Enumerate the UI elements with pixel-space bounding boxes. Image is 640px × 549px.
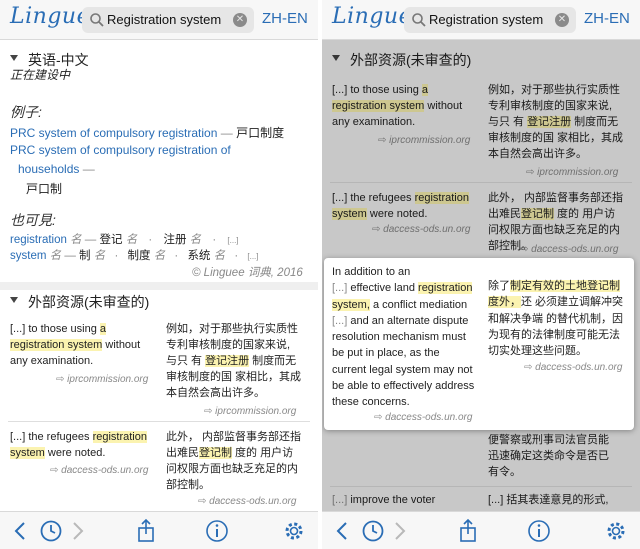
popup-en-text: In addition to an [...] effective land r… bbox=[332, 266, 475, 409]
result-zh-text: 此外， 内部监督事务部还指 出难民登记制 度的 用户访 问权限方面也缺乏充足的内… bbox=[166, 431, 302, 491]
example-translation: 戸口制 bbox=[26, 182, 63, 196]
result-en-text: [...] the refugees registration system w… bbox=[10, 431, 147, 459]
external-sources-title: 外部资源(未审查的) bbox=[28, 294, 150, 310]
clear-icon[interactable]: ✕ bbox=[233, 13, 247, 27]
share-icon[interactable] bbox=[133, 518, 159, 544]
forward-icon[interactable] bbox=[386, 518, 412, 544]
source-link[interactable]: ⇨ daccess-ods.un.org bbox=[374, 412, 472, 423]
source-link[interactable]: ⇨ daccess-ods.un.org bbox=[198, 496, 296, 507]
result-en-text: [...] to those using a registration syst… bbox=[10, 323, 141, 367]
example-item-cont: households — bbox=[18, 162, 95, 176]
source-arrow-icon: ⇨ bbox=[204, 406, 216, 417]
dictionary-subtitle: 正在建设中 bbox=[10, 68, 71, 82]
right-screen: Linguee Registration system ✕ ZH-EN 外部资源… bbox=[322, 0, 640, 549]
info-icon[interactable] bbox=[526, 518, 552, 544]
result-zh-text: 例如，对于那些执行实质性 专利审核制度的国家来说, 与只 有 登记注册 制度而无… bbox=[166, 323, 302, 399]
examples-label: 例子: bbox=[10, 104, 42, 120]
search-query: Registration system bbox=[429, 12, 544, 27]
gear-icon[interactable] bbox=[603, 518, 629, 544]
source-link[interactable]: ⇨ iprcommission.org bbox=[56, 374, 148, 385]
clear-icon[interactable]: ✕ bbox=[555, 13, 569, 27]
language-pair-button[interactable]: ZH-EN bbox=[262, 10, 308, 27]
source-arrow-icon: ⇨ bbox=[524, 362, 536, 373]
example-item[interactable]: PRC system of compulsory registration of bbox=[10, 143, 231, 157]
bottom-toolbar bbox=[322, 511, 640, 549]
results-content: 英语-中文 正在建设中 例子: PRC system of compulsory… bbox=[0, 40, 318, 511]
info-icon[interactable] bbox=[204, 518, 230, 544]
example-popup-card[interactable]: In addition to an [...] effective land r… bbox=[324, 258, 634, 430]
language-pair-button[interactable]: ZH-EN bbox=[584, 10, 630, 27]
see-also-label: 也可見: bbox=[10, 212, 56, 228]
back-icon[interactable] bbox=[330, 518, 356, 544]
back-icon[interactable] bbox=[8, 518, 34, 544]
source-link[interactable]: ⇨ daccess-ods.un.org bbox=[50, 465, 148, 476]
collapse-triangle-icon bbox=[10, 55, 18, 61]
source-link[interactable]: ⇨ iprcommission.org bbox=[204, 406, 296, 417]
search-field[interactable]: Registration system ✕ bbox=[82, 7, 254, 33]
forward-icon[interactable] bbox=[64, 518, 90, 544]
source-arrow-icon: ⇨ bbox=[374, 412, 386, 423]
result-divider bbox=[8, 421, 310, 422]
history-icon[interactable] bbox=[360, 518, 386, 544]
see-also-row[interactable]: registration 名 — 登记 名 · 注册 名 · [...] bbox=[10, 231, 239, 247]
source-link[interactable]: ⇨ daccess-ods.un.org bbox=[524, 362, 622, 373]
left-screen: Linguee Registration system ✕ ZH-EN 英语-中… bbox=[0, 0, 318, 549]
history-icon[interactable] bbox=[38, 518, 64, 544]
search-query: Registration system bbox=[107, 12, 222, 27]
top-bar: Linguee Registration system ✕ ZH-EN bbox=[322, 0, 640, 40]
share-icon[interactable] bbox=[455, 518, 481, 544]
gear-icon[interactable] bbox=[281, 518, 307, 544]
search-field[interactable]: Registration system ✕ bbox=[404, 7, 576, 33]
source-arrow-icon: ⇨ bbox=[50, 465, 62, 476]
example-item[interactable]: PRC system of compulsory registration — … bbox=[10, 124, 284, 141]
collapse-triangle-icon bbox=[10, 297, 18, 303]
bottom-toolbar bbox=[0, 511, 318, 549]
top-bar: Linguee Registration system ✕ ZH-EN bbox=[0, 0, 318, 40]
external-sources-header[interactable]: 外部资源(未审查的) bbox=[0, 288, 318, 314]
search-icon bbox=[412, 13, 426, 27]
see-also-row[interactable]: system 名 — 制 名 · 制度 名 · 系统 名 · [...] bbox=[10, 247, 259, 263]
copyright-text: © Linguee 词典, 2016 bbox=[192, 267, 303, 279]
search-icon bbox=[90, 13, 104, 27]
source-arrow-icon: ⇨ bbox=[56, 374, 68, 385]
source-arrow-icon: ⇨ bbox=[198, 496, 210, 507]
popup-zh-text: 除了制定有效的土地登记制 度外，还 必须建立调解冲突 和解决争端 的替代机制，因… bbox=[488, 280, 624, 358]
